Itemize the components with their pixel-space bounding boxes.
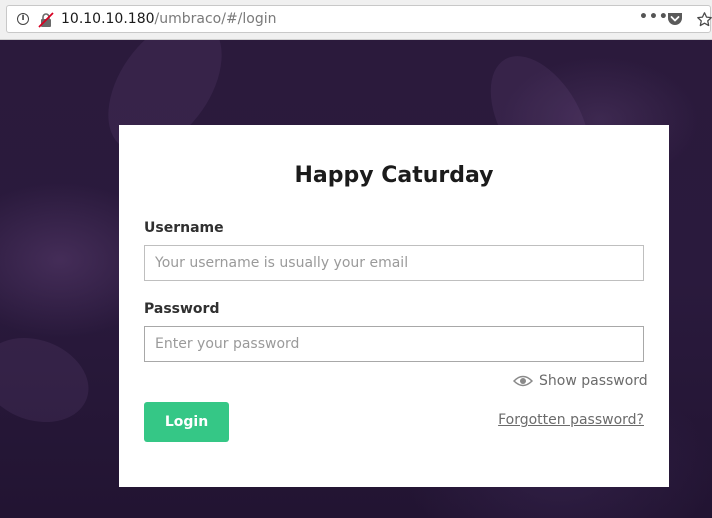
background-decoration — [0, 323, 101, 437]
forgotten-password-link[interactable]: Forgotten password? — [498, 412, 644, 428]
page-actions-icon[interactable]: ••• — [639, 9, 669, 25]
username-label: Username — [144, 220, 224, 236]
show-password-label: Show password — [539, 373, 648, 389]
password-input[interactable] — [144, 326, 644, 362]
url-host: 10.10.10.180 — [61, 11, 155, 27]
username-input[interactable] — [144, 245, 644, 281]
pocket-icon[interactable] — [667, 12, 683, 27]
bookmark-star-icon[interactable] — [696, 11, 712, 28]
url-text[interactable]: 10.10.10.180/umbraco/#/login — [61, 11, 277, 28]
login-background: Happy Caturday Username Password Show pa… — [0, 40, 712, 518]
info-icon[interactable]: i — [17, 13, 29, 25]
show-password-toggle[interactable]: Show password — [513, 372, 648, 390]
login-title: Happy Caturday — [294, 163, 494, 188]
eye-icon — [513, 375, 533, 387]
url-path: /umbraco/#/login — [154, 11, 277, 27]
password-label: Password — [144, 301, 220, 317]
login-card: Happy Caturday Username Password Show pa… — [119, 125, 669, 487]
insecure-lock-icon[interactable] — [38, 12, 54, 28]
address-bar[interactable]: i 10.10.10.180/umbraco/#/login ••• — [6, 5, 712, 33]
login-button[interactable]: Login — [144, 402, 229, 442]
browser-toolbar: i 10.10.10.180/umbraco/#/login ••• — [0, 0, 712, 40]
